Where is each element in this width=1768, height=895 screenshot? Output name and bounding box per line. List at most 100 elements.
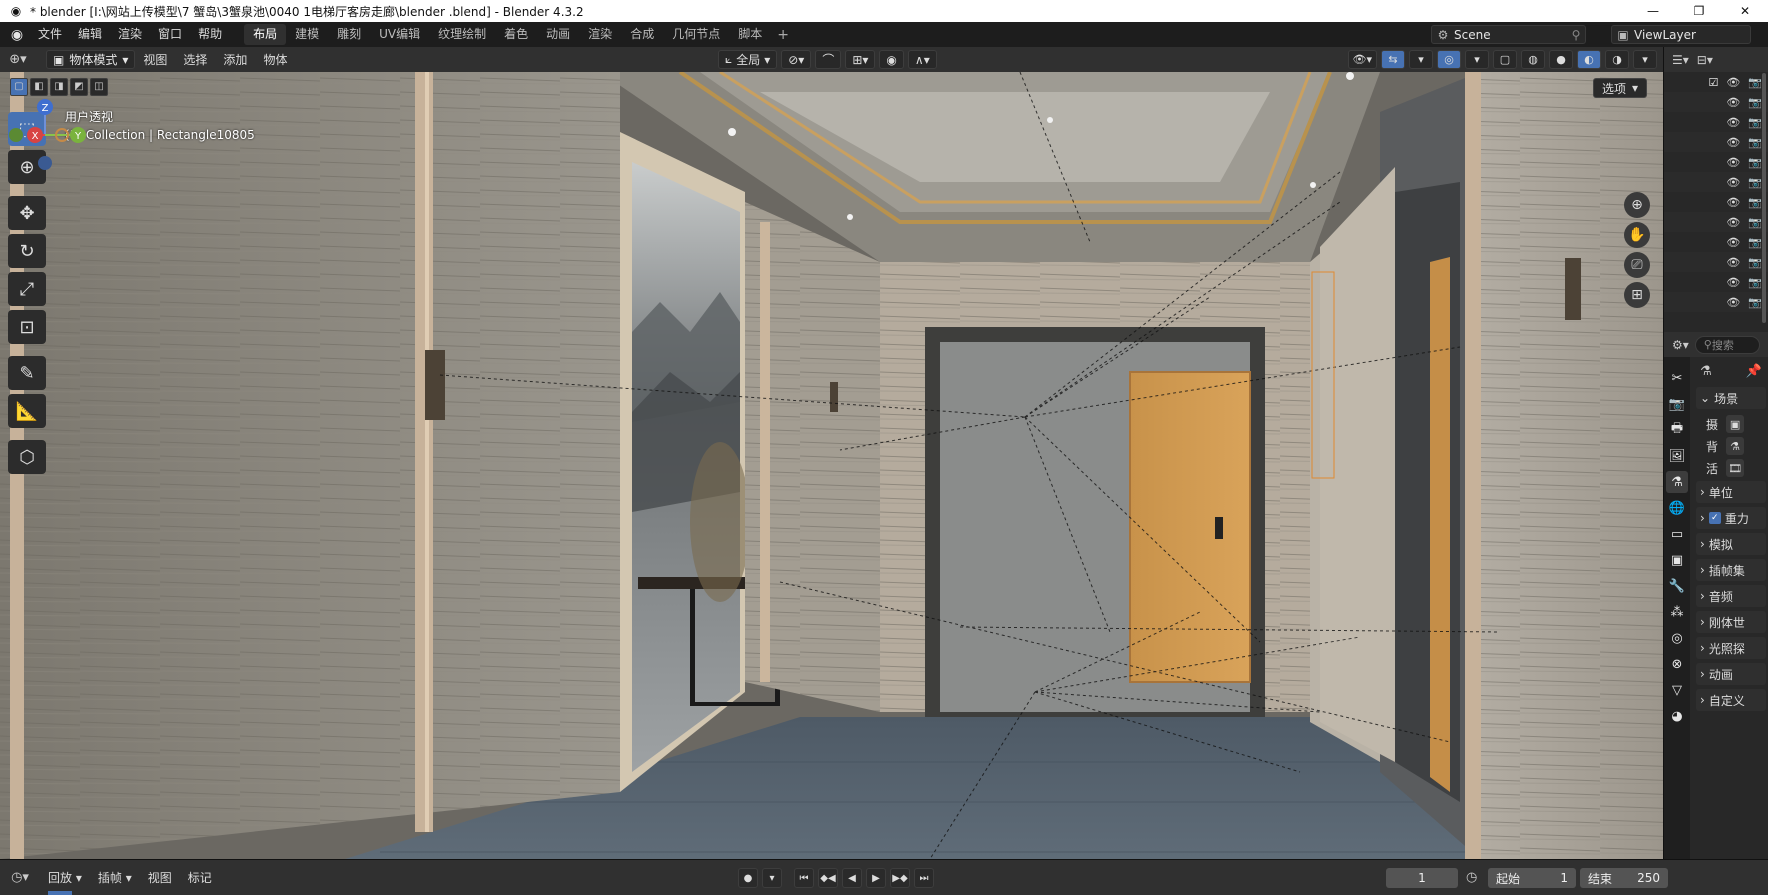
outliner-row[interactable]: 👁 📷 <box>1664 172 1768 192</box>
collection-tab-icon[interactable]: ▭ <box>1666 523 1688 545</box>
pan-hand-icon[interactable]: ✋ <box>1624 222 1650 248</box>
eye-icon[interactable]: 👁 <box>1726 156 1740 169</box>
pin-icon[interactable]: ⚲ <box>1567 28 1585 42</box>
timeline-editor-icon[interactable]: ◷▾ <box>0 870 40 885</box>
scene-name[interactable]: Scene <box>1454 28 1567 42</box>
move-tool-icon[interactable]: ✥ <box>8 196 46 230</box>
outliner-row[interactable]: 👁 📷 <box>1664 292 1768 312</box>
jump-start-icon[interactable]: ⏮ <box>794 868 814 888</box>
next-keyframe-icon[interactable]: ▶◆ <box>890 868 910 888</box>
tab-sculpting[interactable]: 雕刻 <box>328 24 370 45</box>
tab-animation[interactable]: 动画 <box>537 24 579 45</box>
tool-tab-icon[interactable]: ✂ <box>1666 367 1688 389</box>
object-tab-icon[interactable]: ▣ <box>1666 549 1688 571</box>
tab-scripting[interactable]: 脚本 <box>729 24 771 45</box>
tab-layout[interactable]: 布局 <box>244 24 287 45</box>
scene-tab-icon[interactable]: ⚗ <box>1666 471 1688 493</box>
start-frame-field[interactable]: 起始 1 <box>1488 868 1576 888</box>
menu-object[interactable]: 物体 <box>255 51 295 68</box>
modifier-tab-icon[interactable]: 🔧 <box>1666 575 1688 597</box>
proportional-edit-toggle[interactable]: ◉ <box>879 50 904 69</box>
blender-menu-icon[interactable]: ◉ <box>4 27 30 43</box>
rendered-shading-icon[interactable]: ◑ <box>1605 50 1629 69</box>
add-workspace-button[interactable]: + <box>771 27 795 43</box>
end-frame-field[interactable]: 结束 250 <box>1580 868 1668 888</box>
eye-icon[interactable]: 👁 <box>1726 96 1740 109</box>
keying-dropdown[interactable]: ▾ <box>762 868 782 888</box>
stopwatch-icon[interactable]: ◷ <box>1466 870 1477 885</box>
view-layer-selector[interactable]: ▣ ViewLayer <box>1611 25 1751 44</box>
view-layer-tab-icon[interactable]: 🖼 <box>1666 445 1688 467</box>
properties-subpanel[interactable]: › 光照探 <box>1696 637 1766 659</box>
camera-icon[interactable]: 📷 <box>1748 136 1762 149</box>
camera-view-icon[interactable]: ⎚ <box>1624 252 1650 278</box>
camera-icon[interactable]: 📷 <box>1748 76 1762 89</box>
eye-icon[interactable]: 👁 <box>1726 276 1740 289</box>
outliner-filter-icon[interactable]: ⊟▾ <box>1697 53 1713 67</box>
minimize-button[interactable]: — <box>1630 0 1676 22</box>
camera-icon[interactable]: 📷 <box>1748 296 1762 309</box>
world-tab-icon[interactable]: 🌐 <box>1666 497 1688 519</box>
properties-subpanel[interactable]: › 插帧集 <box>1696 559 1766 581</box>
outliner-editor-icon[interactable]: ☰▾ <box>1672 53 1689 67</box>
auto-keying-icon[interactable]: ● <box>738 868 758 888</box>
zoom-icon[interactable]: ⊕ <box>1624 192 1650 218</box>
transform-orientation-dropdown[interactable]: ⟀ 全局 ▾ <box>718 50 778 69</box>
physics-tab-icon[interactable]: ◎ <box>1666 627 1688 649</box>
menu-playback[interactable]: 回放 ▾ <box>40 869 90 886</box>
eye-icon[interactable]: 👁 <box>1726 296 1740 309</box>
outliner-row[interactable]: 👁 📷 <box>1664 252 1768 272</box>
material-tab-icon[interactable]: ◕ <box>1666 705 1688 727</box>
measure-tool-icon[interactable]: 📐 <box>8 394 46 428</box>
transform-tool-icon[interactable]: ⊡ <box>8 310 46 344</box>
properties-subpanel[interactable]: › 模拟 <box>1696 533 1766 555</box>
camera-icon[interactable]: 📷 <box>1748 196 1762 209</box>
editor-type-icon[interactable]: ⊕▾ <box>0 52 36 67</box>
camera-icon[interactable]: 📷 <box>1748 156 1762 169</box>
tab-rendering[interactable]: 渲染 <box>579 24 621 45</box>
gizmo-toggle-icon[interactable]: ⇆ <box>1381 50 1405 69</box>
pivot-dropdown[interactable]: ⊘▾ <box>781 50 812 69</box>
play-reverse-icon[interactable]: ◀ <box>842 868 862 888</box>
tab-modeling[interactable]: 建模 <box>286 24 328 45</box>
outliner-row[interactable]: 👁 📷 <box>1664 212 1768 232</box>
menu-edit[interactable]: 编辑 <box>70 22 110 47</box>
clip-field-icon[interactable]: 🎞 <box>1726 459 1745 477</box>
eye-icon[interactable]: 👁 <box>1726 216 1740 229</box>
navigation-gizmo[interactable]: Z Y X <box>0 72 110 182</box>
material-shading-icon[interactable]: ◐ <box>1577 50 1601 69</box>
overlay-dropdown[interactable]: ▾ <box>1465 50 1489 69</box>
menu-file[interactable]: 文件 <box>30 22 70 47</box>
properties-subpanel[interactable]: › 音频 <box>1696 585 1766 607</box>
visibility-icon[interactable]: 👁▾ <box>1347 50 1377 69</box>
properties-subpanel[interactable]: › 自定义 <box>1696 689 1766 711</box>
menu-marker[interactable]: 标记 <box>180 869 220 886</box>
particles-tab-icon[interactable]: ⁂ <box>1666 601 1688 623</box>
constraints-tab-icon[interactable]: ⊗ <box>1666 653 1688 675</box>
xray-toggle-icon[interactable]: ▢ <box>1493 50 1517 69</box>
scale-tool-icon[interactable]: ⤢ <box>8 272 46 306</box>
snap-target-dropdown[interactable]: ⊞▾ <box>845 50 876 69</box>
outliner-row[interactable]: ☑ 👁 📷 <box>1664 72 1768 92</box>
eye-icon[interactable]: 👁 <box>1726 176 1740 189</box>
output-tab-icon[interactable]: 🖶 <box>1666 419 1688 441</box>
outliner-row[interactable]: 👁 📷 <box>1664 192 1768 212</box>
perspective-toggle-icon[interactable]: ⊞ <box>1624 282 1650 308</box>
solid-shading-icon[interactable]: ● <box>1549 50 1573 69</box>
data-tab-icon[interactable]: ▽ <box>1666 679 1688 701</box>
maximize-button[interactable]: ❐ <box>1676 0 1722 22</box>
properties-search-input[interactable]: ⚲ 搜索 <box>1694 335 1760 354</box>
outliner-row[interactable]: 👁 📷 <box>1664 132 1768 152</box>
tab-uv-editing[interactable]: UV编辑 <box>370 24 429 45</box>
current-frame-field[interactable]: 1 <box>1386 868 1458 888</box>
overlay-toggle-icon[interactable]: ◎ <box>1437 50 1461 69</box>
falloff-dropdown[interactable]: ∧▾ <box>907 50 937 69</box>
camera-icon[interactable]: 📷 <box>1748 176 1762 189</box>
menu-keying[interactable]: 插帧 ▾ <box>90 869 140 886</box>
properties-subpanel[interactable]: › 刚体世 <box>1696 611 1766 633</box>
annotate-tool-icon[interactable]: ✎ <box>8 356 46 390</box>
prev-keyframe-icon[interactable]: ◆◀ <box>818 868 838 888</box>
add-cube-tool-icon[interactable]: ⬡ <box>8 440 46 474</box>
tab-compositing[interactable]: 合成 <box>621 24 663 45</box>
checkbox[interactable]: ✓ <box>1708 512 1721 524</box>
